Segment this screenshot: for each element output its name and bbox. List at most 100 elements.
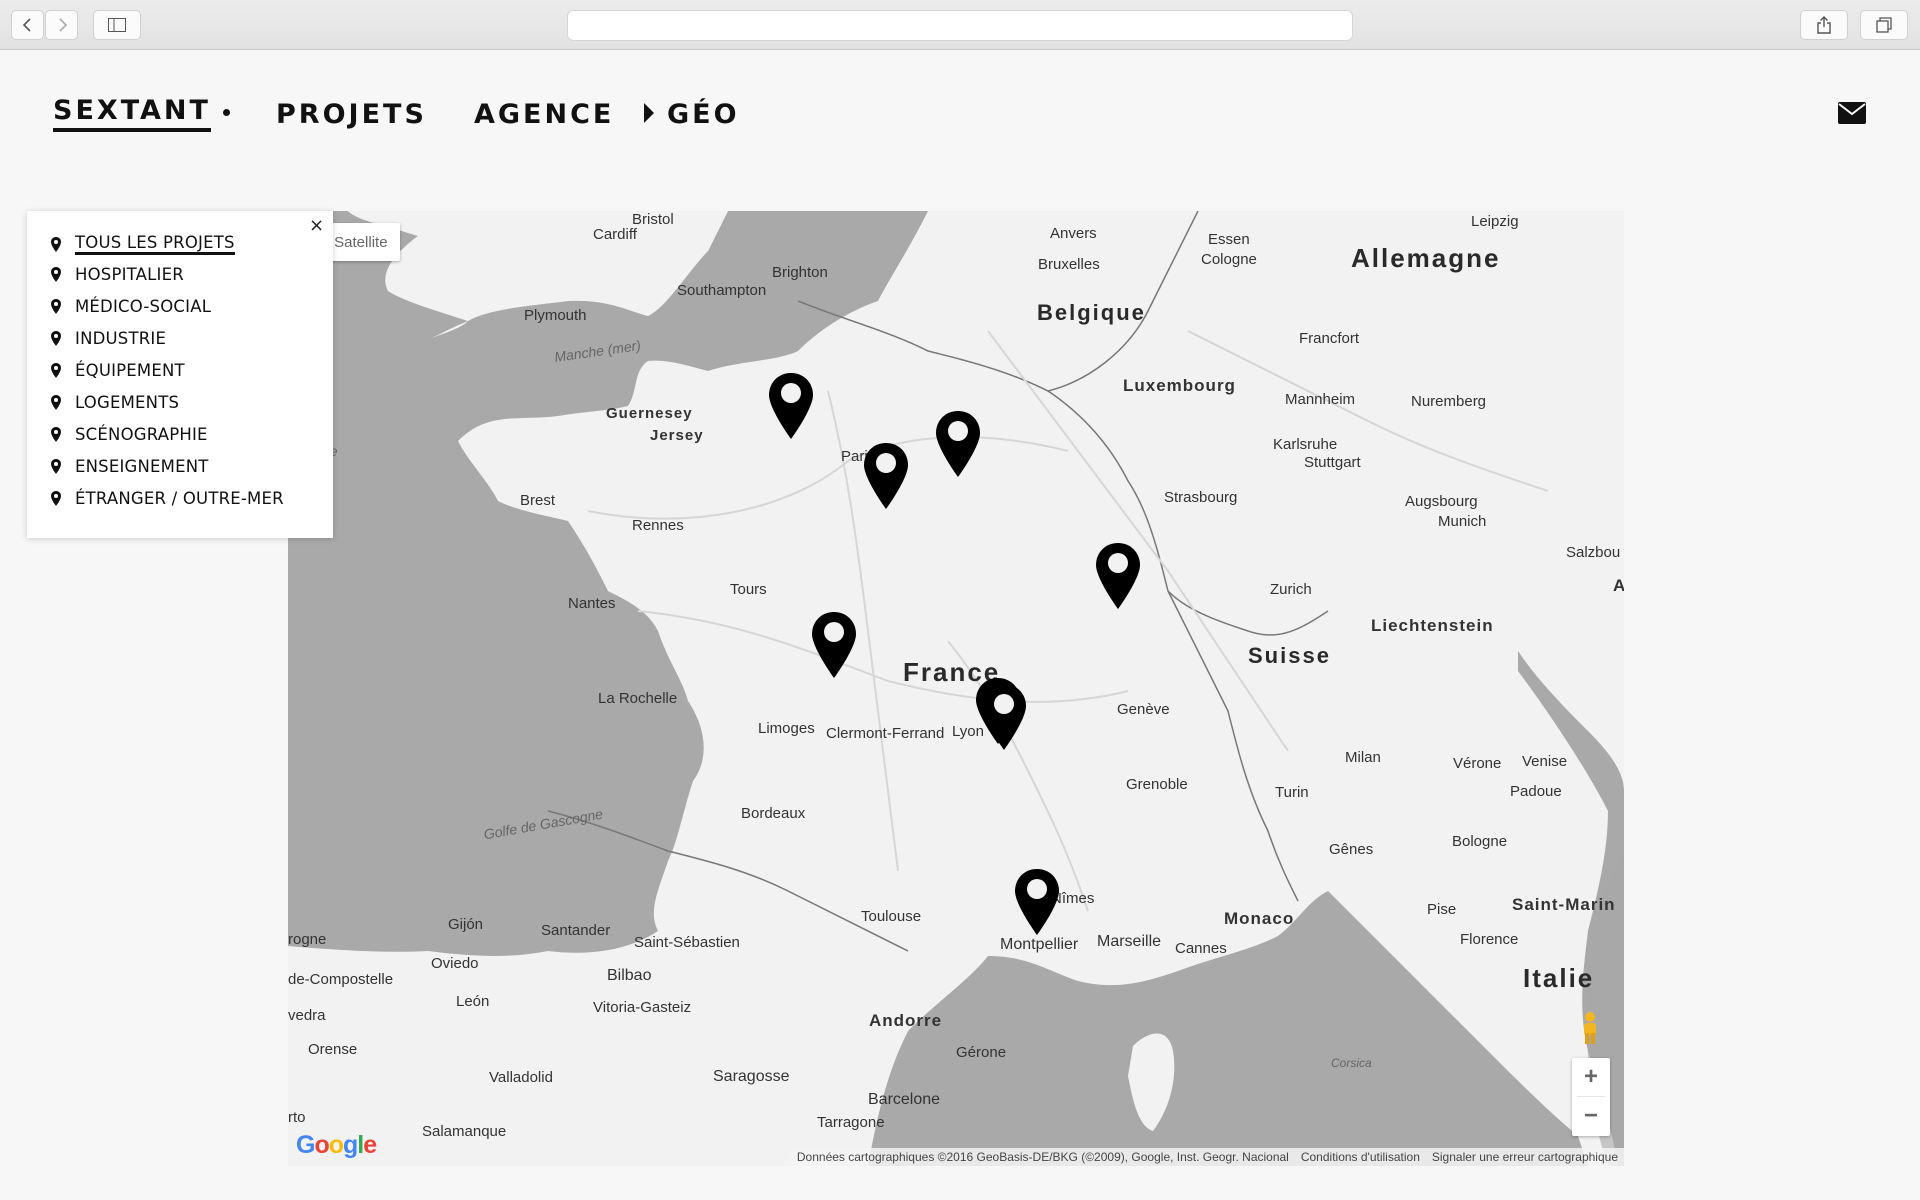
map-city: Nuremberg [1411, 393, 1487, 410]
map-marker-pin-icon[interactable] [936, 411, 980, 477]
map-data-credit: Données cartographiques ©2016 GeoBasis-D… [796, 1150, 1289, 1164]
map-attribution: Données cartographiques ©2016 GeoBasis-D… [790, 1148, 1624, 1166]
map-base-layer [288, 211, 1624, 1166]
map-city: Montpellier [1000, 936, 1079, 953]
map-city: Brighton [772, 264, 828, 281]
map-city: Turin [1275, 784, 1309, 801]
sidebar-toggle-button[interactable] [93, 10, 141, 40]
map-city: Tarragone [817, 1114, 885, 1131]
map-city: Gênes [1329, 841, 1374, 858]
filter-label: ENSEIGNEMENT [75, 457, 209, 476]
filter-label: TOUS LES PROJETS [75, 233, 235, 255]
map-label-corsica: Corsica [1331, 1056, 1372, 1070]
map-marker-pin-icon[interactable] [812, 612, 856, 678]
map-pin-icon [51, 236, 61, 252]
address-bar[interactable] [567, 10, 1353, 41]
map-city: de-Compostelle [288, 971, 394, 988]
map-label-liechtenstein: Liechtenstein [1371, 616, 1494, 635]
chevron-right-icon [58, 18, 67, 32]
map-city: Strasbourg [1164, 489, 1238, 506]
share-button[interactable] [1800, 10, 1848, 40]
street-view-pegman-icon[interactable] [1578, 1011, 1602, 1045]
filter-label: ÉQUIPEMENT [75, 361, 185, 380]
map-city: Toulouse [861, 908, 922, 925]
map-label-allemagne: Allemagne [1351, 243, 1501, 273]
nav-sextant[interactable]: SEXTANT [53, 95, 211, 132]
map-city: Gijón [448, 916, 484, 933]
map-city: Valladolid [489, 1069, 553, 1086]
filter-enseignement[interactable]: ENSEIGNEMENT [51, 457, 209, 476]
tabs-icon [1876, 17, 1892, 33]
map-pin-icon [51, 267, 61, 282]
map-city: Barcelone [868, 1091, 941, 1108]
map-marker-pin-icon[interactable] [1096, 543, 1140, 609]
zoom-out-button[interactable]: − [1572, 1097, 1610, 1135]
map-marker-pin-icon[interactable] [864, 443, 908, 509]
sidebar-icon [108, 18, 126, 32]
filter-tous-les-projets[interactable]: TOUS LES PROJETS [51, 233, 235, 255]
browser-toolbar [0, 0, 1920, 50]
map-city: Bilbao [607, 967, 652, 984]
map-city: Orense [308, 1041, 358, 1058]
map-label-luxembourg: Luxembourg [1123, 376, 1236, 395]
google-logo[interactable]: Google [296, 1131, 377, 1160]
map-city: Brest [520, 492, 556, 509]
map-city: Zurich [1270, 581, 1312, 598]
map-city: Salzbou [1566, 544, 1621, 561]
filter-scenographie[interactable]: SCÉNOGRAPHIE [51, 425, 208, 444]
filter-equipement[interactable]: ÉQUIPEMENT [51, 361, 185, 380]
map-city: Santander [541, 922, 611, 939]
nav-current-arrow-icon [644, 103, 654, 123]
map-city: Marseille [1097, 933, 1162, 950]
chevron-left-icon [22, 18, 31, 32]
map-pin-icon [51, 459, 61, 474]
map-city: Clermont-Ferrand [826, 725, 945, 742]
map-city: Jersey [650, 427, 704, 444]
map-pin-icon [51, 395, 61, 410]
nav-projets[interactable]: PROJETS [276, 99, 427, 130]
zoom-in-button[interactable]: + [1572, 1058, 1610, 1096]
envelope-icon[interactable] [1838, 102, 1866, 124]
nav-geo[interactable]: GÉO [667, 99, 740, 130]
map-city: Francfort [1299, 330, 1360, 347]
map-city: Cologne [1201, 251, 1257, 268]
map-city: Mannheim [1285, 391, 1356, 408]
map-city: Cannes [1175, 940, 1227, 957]
close-icon[interactable]: × [309, 215, 324, 236]
zoom-control: + − [1572, 1058, 1610, 1136]
map-city: Karlsruhe [1273, 436, 1338, 453]
nav-agence[interactable]: AGENCE [474, 99, 614, 130]
map-marker-pin-icon[interactable] [769, 373, 813, 439]
map-pin-icon [51, 427, 61, 442]
map-city: Tours [730, 581, 767, 598]
map-city: Guernesey [606, 405, 693, 422]
map-city: Florence [1460, 931, 1519, 948]
report-error-link[interactable]: Signaler une erreur cartographique [1426, 1148, 1624, 1166]
filter-medico-social[interactable]: MÉDICO-SOCIAL [51, 297, 211, 316]
map-city: Bordeaux [741, 805, 806, 822]
map-label-saint-marin: Saint-Marin [1512, 895, 1616, 914]
back-button[interactable] [11, 10, 44, 40]
map-marker-pin-icon[interactable] [982, 684, 1026, 750]
nav-separator-dot [223, 109, 230, 116]
filter-etranger-outre-mer[interactable]: ÉTRANGER / OUTRE-MER [51, 489, 284, 508]
map-pin-icon [51, 331, 61, 346]
filter-logements[interactable]: LOGEMENTS [51, 393, 179, 412]
forward-button[interactable] [45, 10, 78, 40]
map-city: Salamanque [422, 1123, 507, 1140]
map-city: vedra [288, 1007, 326, 1024]
map-city: Plymouth [524, 307, 587, 324]
map-city: Southampton [677, 282, 767, 299]
map-city: Bruxelles [1038, 256, 1100, 273]
filter-industrie[interactable]: INDUSTRIE [51, 329, 166, 348]
terms-link[interactable]: Conditions d'utilisation [1295, 1148, 1426, 1166]
map-pin-icon [51, 363, 61, 378]
map-canvas[interactable]: Manche (mer) Golfe de Gascogne ue Corsic… [288, 211, 1624, 1166]
map-city: Grenoble [1126, 776, 1188, 793]
map-city: Cardiff [593, 226, 637, 243]
tabs-button[interactable] [1860, 10, 1908, 40]
map-city: Bristol [632, 211, 674, 228]
filter-hospitalier[interactable]: HOSPITALIER [51, 265, 184, 284]
map-city: Leipzig [1471, 213, 1519, 230]
map-marker-pin-icon[interactable] [1015, 869, 1059, 935]
